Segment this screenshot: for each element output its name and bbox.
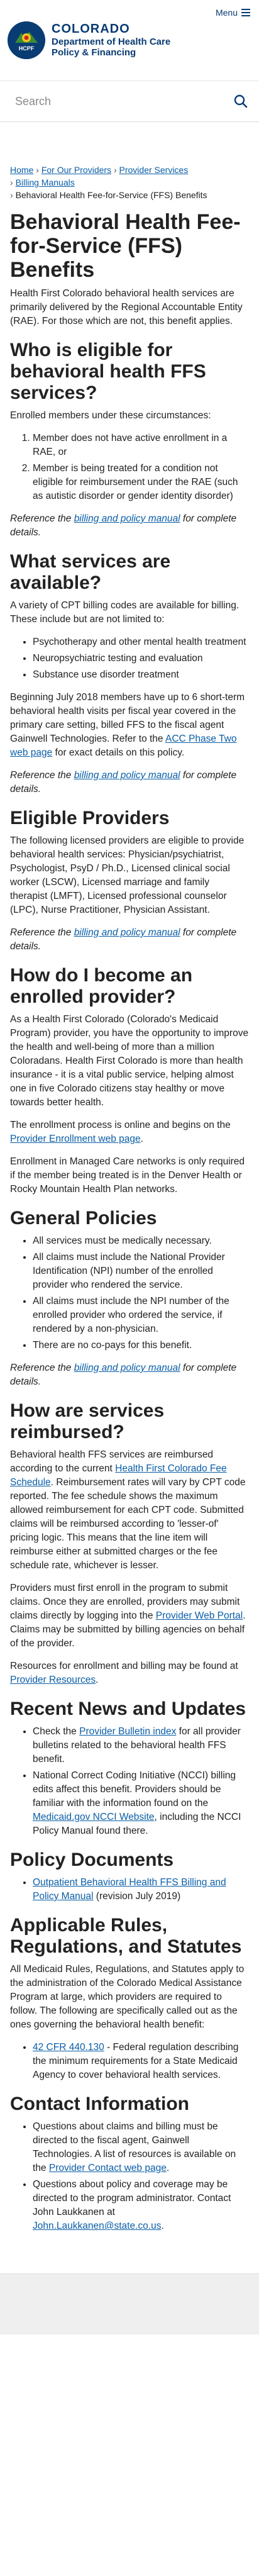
hamburger-icon: [241, 7, 250, 18]
provider-web-portal-link[interactable]: Provider Web Portal: [156, 1610, 243, 1621]
rules-paragraph: All Medicaid Rules, Regulations, and Sta…: [10, 1964, 245, 2030]
services-lead: A variety of CPT billing codes are avail…: [10, 600, 240, 625]
list-item: Check the Provider Bulletin index for al…: [33, 1725, 249, 1766]
contact-list: Questions about claims and billing must …: [10, 2120, 249, 2233]
news-heading: Recent News and Updates: [10, 1698, 246, 1719]
breadcrumb-separator: ›: [10, 177, 16, 187]
list-item: Member is being treated for a condition …: [33, 462, 249, 503]
list-item: All services must be medically necessary…: [33, 1234, 249, 1248]
site-header: Menu HCPF COLORADO Department of Health …: [0, 0, 259, 81]
search-icon[interactable]: [234, 94, 248, 108]
page-footer: [0, 2273, 259, 2334]
reference-note: Reference the billing and policy manual …: [10, 513, 237, 538]
enrollment-heading: How do I become an enrolled provider?: [10, 965, 193, 1007]
breadcrumb-separator: ›: [113, 165, 119, 175]
brand-name[interactable]: COLORADO Department of Health Care Polic…: [52, 21, 170, 58]
list-item: Questions about policy and coverage may …: [33, 2178, 249, 2233]
provider-bulletin-link[interactable]: Provider Bulletin index: [79, 1726, 176, 1737]
billing-manual-link[interactable]: billing and policy manual: [74, 770, 180, 781]
rules-heading: Applicable Rules, Regulations, and Statu…: [10, 1915, 242, 1957]
search-input[interactable]: [14, 94, 205, 109]
provider-resources-link[interactable]: Provider Resources: [10, 1675, 96, 1685]
list-item: Outpatient Behavioral Health FFS Billing…: [33, 1876, 249, 1904]
billing-manual-link[interactable]: billing and policy manual: [74, 1363, 180, 1373]
list-item: Member does not have active enrollment i…: [33, 432, 249, 459]
billing-manual-link[interactable]: billing and policy manual: [74, 513, 180, 524]
documents-list: Outpatient Behavioral Health FFS Billing…: [10, 1876, 249, 1904]
main-content: Home › For Our Providers › Provider Serv…: [0, 164, 259, 2233]
reimbursement-heading: How are services reimbursed?: [10, 1400, 165, 1442]
news-list: Check the Provider Bulletin index for al…: [10, 1725, 249, 1838]
list-item: Questions about claims and billing must …: [33, 2120, 249, 2175]
resources-paragraph: Resources for enrollment and billing may…: [10, 1661, 238, 1685]
hcpf-logo[interactable]: HCPF: [8, 21, 45, 59]
contact-heading: Contact Information: [10, 2094, 189, 2114]
list-item: Psychotherapy and other mental health tr…: [33, 635, 249, 649]
reference-note: Reference the billing and policy manual …: [10, 927, 237, 952]
reference-note: Reference the billing and policy manual …: [10, 770, 237, 795]
ncci-website-link[interactable]: Medicaid.gov NCCI Website: [33, 1812, 155, 1822]
enrollment-process: The enrollment process is online and beg…: [10, 1120, 231, 1144]
list-item: Substance use disorder treatment: [33, 668, 249, 682]
list-item: All claims must include the National Pro…: [33, 1251, 249, 1292]
list-item: Neuropsychiatric testing and evaluation: [33, 652, 249, 666]
cfr-link[interactable]: 42 CFR 440.130: [33, 2042, 104, 2053]
enrollment-paragraph: As a Health First Colorado (Colorado's M…: [10, 1014, 249, 1108]
policies-list: All services must be medically necessary…: [10, 1234, 249, 1352]
list-item: There are no co-pays for this benefit.: [33, 1339, 249, 1352]
breadcrumb-home[interactable]: Home: [10, 165, 33, 175]
breadcrumb: Home › For Our Providers › Provider Serv…: [10, 164, 249, 201]
list-item: National Correct Coding Initiative (NCCI…: [33, 1769, 249, 1838]
list-item: 42 CFR 440.130 - Federal regulation desc…: [33, 2041, 249, 2082]
eligibility-list: Member does not have active enrollment i…: [10, 432, 249, 503]
breadcrumb-provider-services[interactable]: Provider Services: [119, 165, 189, 175]
providers-heading: Eligible Providers: [10, 808, 170, 828]
page-title: Behavioral Health Fee-for-Service (FFS) …: [10, 210, 241, 282]
brand-dept-line2: Policy & Financing: [52, 47, 136, 58]
services-paragraph: Beginning July 2018 members have up to 6…: [10, 692, 245, 758]
breadcrumb-separator: ›: [10, 190, 16, 200]
brand-dept-line1: Department of Health Care: [52, 36, 171, 47]
breadcrumb-separator: ›: [36, 165, 41, 175]
billing-manual-link[interactable]: billing and policy manual: [74, 927, 180, 938]
documents-heading: Policy Documents: [10, 1849, 174, 1870]
logo-text: HCPF: [19, 45, 35, 52]
services-list: Psychotherapy and other mental health tr…: [10, 635, 249, 682]
eligibility-heading: Who is eligible for behavioral health FF…: [10, 340, 206, 403]
policies-heading: General Policies: [10, 1208, 157, 1229]
colorado-logo-icon: HCPF: [8, 21, 45, 59]
reference-note: Reference the billing and policy manual …: [10, 1363, 237, 1387]
rules-list: 42 CFR 440.130 - Federal regulation desc…: [10, 2041, 249, 2082]
search-bar: [0, 81, 259, 122]
claims-paragraph: Providers must first enroll in the progr…: [10, 1583, 246, 1649]
breadcrumb-current: Behavioral Health Fee-for-Service (FFS) …: [15, 190, 207, 200]
services-heading: What services are available?: [10, 551, 171, 593]
providers-text: The following licensed providers are eli…: [10, 835, 245, 915]
menu-button[interactable]: Menu: [216, 6, 250, 19]
contact-email-link[interactable]: John.Laukkanen@state.co.us: [33, 2221, 161, 2231]
breadcrumb-for-our-providers[interactable]: For Our Providers: [41, 165, 111, 175]
provider-enrollment-link[interactable]: Provider Enrollment web page: [10, 1134, 141, 1144]
breadcrumb-billing-manuals[interactable]: Billing Manuals: [16, 177, 75, 187]
menu-label: Menu: [215, 8, 238, 18]
eligibility-lead: Enrolled members under these circumstanc…: [10, 410, 211, 421]
list-item: All claims must include the NPI number o…: [33, 1295, 249, 1336]
provider-contact-link[interactable]: Provider Contact web page: [49, 2163, 167, 2173]
reimbursement-paragraph: Behavioral health FFS services are reimb…: [10, 1449, 246, 1571]
managed-care-note: Enrollment in Managed Care networks is o…: [10, 1156, 245, 1195]
brand-state: COLORADO: [52, 22, 130, 36]
intro-text: Health First Colorado behavioral health …: [10, 288, 243, 326]
